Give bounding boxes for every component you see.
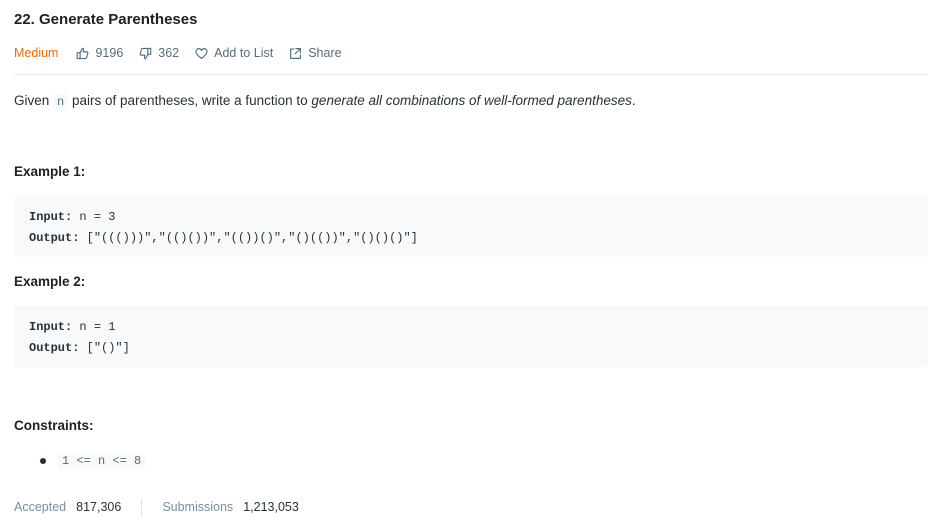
accepted-label: Accepted xyxy=(14,500,67,514)
output-value: ["((()))","(()())","(())()","()(())","()… xyxy=(86,231,418,245)
heart-icon xyxy=(195,47,208,59)
constraints-heading: Constraints: xyxy=(14,418,94,433)
input-label: Input: xyxy=(29,210,73,224)
add-to-list-label: Add to List xyxy=(214,46,274,60)
difficulty-badge: Medium xyxy=(14,46,59,60)
description-text: pairs of parentheses, write a function t… xyxy=(72,93,308,108)
example-1-output-line: Output: ["((()))","(()())","(())()","()(… xyxy=(29,231,418,245)
example-1-heading: Example 1: xyxy=(14,164,86,179)
header-divider xyxy=(14,74,928,75)
constraint-item: 1 <= n <= 8 xyxy=(58,453,146,469)
add-to-list-button[interactable]: Add to List xyxy=(195,46,273,60)
constraints-list: 1 <= n <= 8 xyxy=(40,453,146,469)
output-label: Output: xyxy=(29,341,80,355)
input-value: n = 1 xyxy=(79,320,116,334)
example-1-code-block: Input: n = 3 Output: ["((()))","(()())",… xyxy=(14,196,928,257)
share-button[interactable]: Share xyxy=(289,46,342,60)
problem-title: 22. Generate Parentheses xyxy=(14,11,198,28)
problem-meta-bar: Medium 9196 362 Add to List Share xyxy=(14,44,358,62)
submissions-label: Submissions xyxy=(162,500,234,514)
description-text: Given xyxy=(14,93,50,108)
bullet-point xyxy=(40,458,46,464)
example-2-output-line: Output: ["()"] xyxy=(29,341,130,355)
output-value: ["()"] xyxy=(86,341,130,355)
problem-page: 22. Generate Parentheses Medium 9196 362… xyxy=(0,0,939,524)
example-2-heading: Example 2: xyxy=(14,274,86,289)
description-emphasis: generate all combinations of well-formed… xyxy=(311,93,632,108)
inline-code-n: n xyxy=(53,94,69,110)
example-2-code-block: Input: n = 1 Output: ["()"] xyxy=(14,306,928,367)
submissions-value: 1,213,053 xyxy=(243,500,299,514)
input-label: Input: xyxy=(29,320,73,334)
example-2-input-line: Input: n = 1 xyxy=(29,320,115,334)
thumbs-up-icon xyxy=(77,47,89,59)
share-icon xyxy=(290,47,302,59)
share-label: Share xyxy=(308,46,342,60)
submission-stats: Accepted 817,306 Submissions 1,213,053 xyxy=(14,499,299,515)
input-value: n = 3 xyxy=(79,210,116,224)
like-count: 9196 xyxy=(95,46,124,60)
output-label: Output: xyxy=(29,231,80,245)
description-text: . xyxy=(631,93,636,108)
dislike-button[interactable]: 362 xyxy=(139,46,179,60)
example-1-input-line: Input: n = 3 xyxy=(29,210,115,224)
accepted-value: 817,306 xyxy=(76,500,122,514)
dislike-count: 362 xyxy=(158,46,180,60)
problem-description: Given n pairs of parentheses, write a fu… xyxy=(14,93,636,110)
like-button[interactable]: 9196 xyxy=(76,46,123,60)
stats-divider xyxy=(141,499,143,515)
thumbs-down-icon xyxy=(139,47,152,59)
